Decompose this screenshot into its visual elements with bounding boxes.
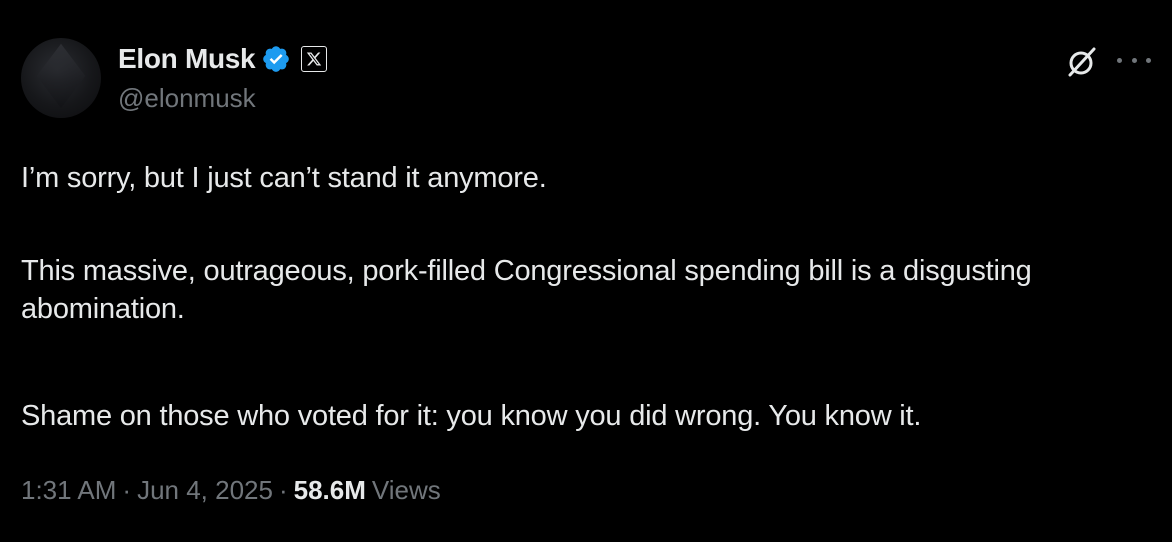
more-dot-icon xyxy=(1146,57,1151,63)
meta-separator: · xyxy=(278,475,288,505)
more-options-icon[interactable] xyxy=(1117,55,1151,65)
avatar[interactable] xyxy=(21,38,101,118)
views-label: Views xyxy=(371,475,441,505)
tweet-paragraph: This massive, outrageous, pork-filled Co… xyxy=(21,255,1032,325)
meta-separator: · xyxy=(122,475,132,505)
views-count[interactable]: 58.6M xyxy=(294,473,366,507)
tweet-time[interactable]: 1:31 AM xyxy=(21,473,116,507)
tweet-paragraph: I’m sorry, but I just can’t stand it any… xyxy=(21,162,547,194)
verified-badge-icon[interactable] xyxy=(261,44,291,74)
x-logo-icon[interactable] xyxy=(301,46,328,72)
grok-icon[interactable] xyxy=(1064,44,1100,80)
tweet-card: Elon Musk @elonmusk I’m sorry, but I jus… xyxy=(0,0,1172,542)
more-dot-icon xyxy=(1117,57,1122,63)
tweet-date[interactable]: Jun 4, 2025 xyxy=(137,473,273,507)
tweet-paragraph: Shame on those who voted for it: you kno… xyxy=(21,400,922,432)
avatar-image xyxy=(36,43,86,109)
tweet-meta: 1:31 AM · Jun 4, 2025 · 58.6M Views xyxy=(21,473,441,507)
author-name-row: Elon Musk xyxy=(118,42,328,76)
author-display-name[interactable]: Elon Musk xyxy=(118,42,256,76)
author-handle[interactable]: @elonmusk xyxy=(118,83,256,113)
more-dot-icon xyxy=(1131,57,1137,63)
